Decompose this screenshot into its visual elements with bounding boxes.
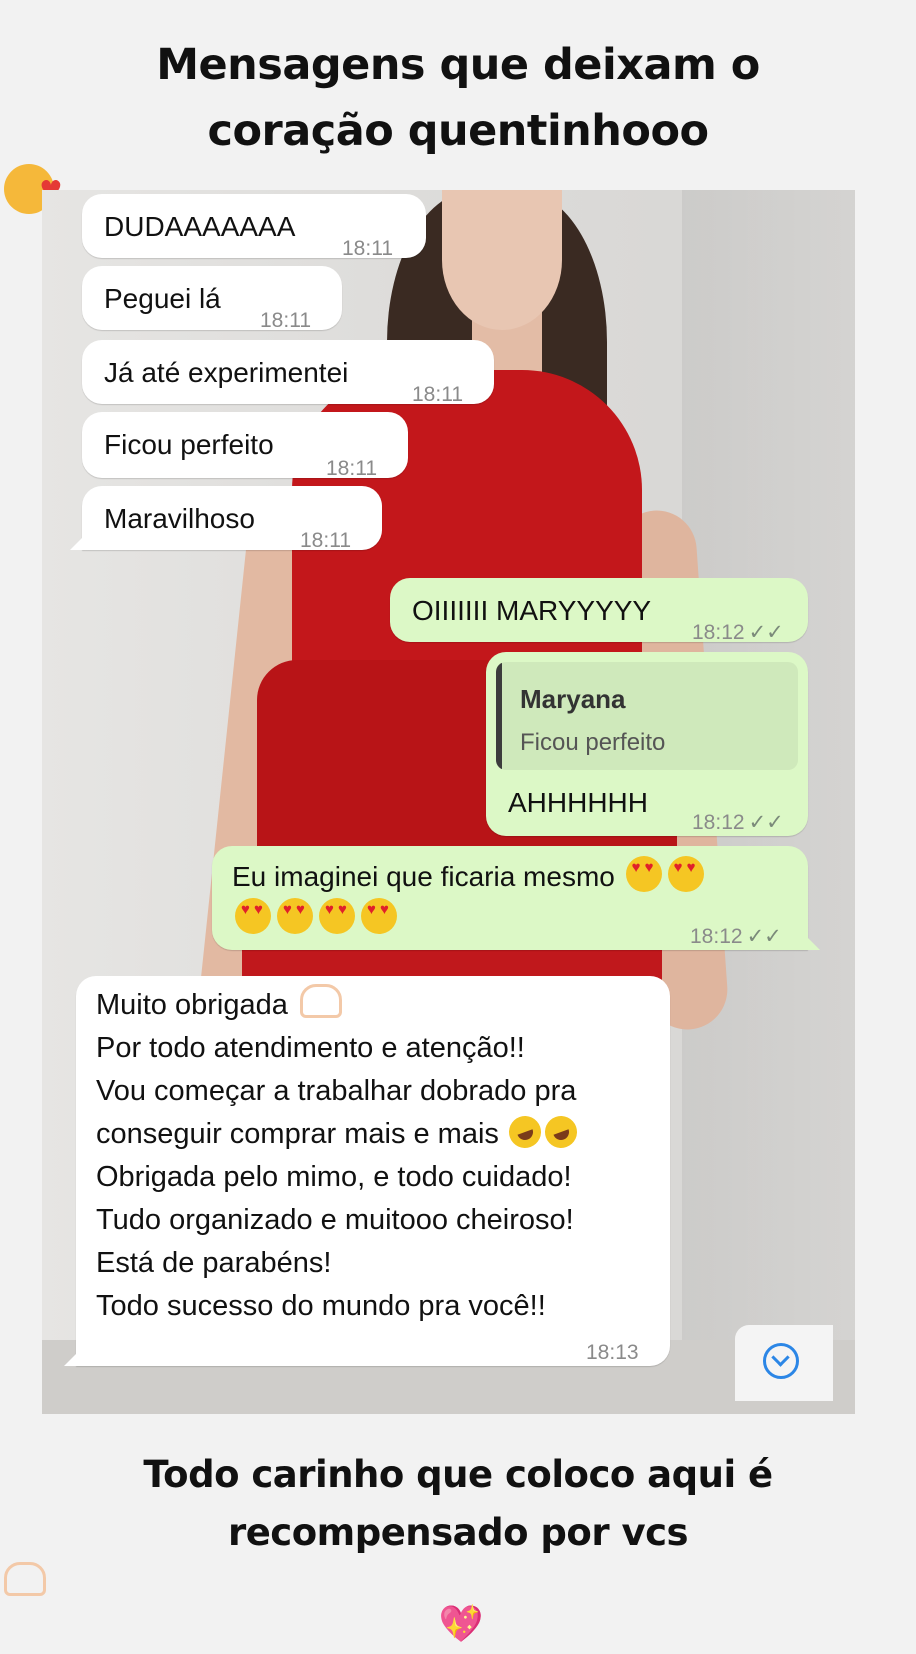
message-time: 18:11 — [412, 383, 463, 406]
message-text: Peguei lá — [104, 283, 221, 314]
message-line: Vou começar a trabalhar dobrado pra — [96, 1075, 577, 1107]
message-time: 18:11 — [260, 309, 311, 332]
message-meta: 18:12 ✓✓ — [690, 916, 782, 958]
message-text: Eu imaginei que ficaria mesmo — [232, 861, 615, 892]
message-bubble-incoming[interactable]: Já até experimentei 18:11 — [82, 340, 494, 406]
message-body: Eu imaginei que ficaria mesmo — [232, 856, 707, 898]
message-text-block: Muito obrigada Por todo atendimento e at… — [96, 984, 582, 1328]
heart-eyes-icon — [361, 898, 397, 934]
heart-eyes-icon — [625, 856, 662, 892]
message-meta: 18:12 ✓✓ — [692, 612, 784, 654]
quoted-text: Ficou perfeito — [520, 729, 666, 756]
message-bubble-incoming[interactable]: Maravilhoso 18:11 — [70, 486, 382, 552]
heart-eyes-icon — [277, 898, 313, 934]
rolling-laughing-icon — [504, 1111, 546, 1153]
quoted-sender: Maryana — [520, 684, 626, 714]
message-line: Obrigada pelo mimo, e todo cuidado! — [96, 1161, 572, 1193]
double-check-icon: ✓✓ — [748, 811, 784, 834]
message-line: Muito obrigada — [96, 984, 579, 1027]
sparkling-heart-icon: 💖 — [438, 1604, 484, 1645]
message-time: 18:12 — [692, 621, 745, 644]
chat-screenshot: DUDAAAAAAA 18:11 Peguei lá 18:11 Já até … — [42, 190, 855, 1414]
message-text: DUDAAAAAAA — [104, 211, 296, 242]
message-bubble-incoming[interactable]: DUDAAAAAAA 18:11 — [82, 194, 426, 260]
emoji-row — [232, 898, 400, 940]
quoted-message[interactable]: Maryana Ficou perfeito — [496, 662, 798, 770]
heart-eyes-icon — [667, 856, 704, 892]
message-bubble-incoming-long[interactable]: Muito obrigada Por todo atendimento e at… — [64, 976, 670, 1366]
footer-line-1: Todo carinho que coloco aqui é — [143, 1453, 773, 1496]
footer-line-2: recompensado por vcs — [227, 1511, 689, 1554]
message-line: Todo sucesso do mundo pra você!! — [96, 1290, 546, 1322]
message-text: Já até experimentei — [104, 357, 349, 388]
heart-eyes-icon — [319, 898, 355, 934]
message-bubble-outgoing[interactable]: OIIIIIII MARYYYYY 18:12 ✓✓ — [390, 578, 808, 644]
scroll-down-button[interactable] — [735, 1325, 833, 1401]
header-caption: Mensagens que deixam o coração quentinho… — [0, 32, 916, 224]
heart-hands-icon — [299, 984, 342, 1018]
message-line: Por todo atendimento e atenção!! — [96, 1032, 525, 1064]
message-bubble-outgoing-reply[interactable]: Maryana Ficou perfeito AHHHHHH 18:12 ✓✓ — [486, 652, 808, 836]
rolling-laughing-icon — [540, 1111, 582, 1153]
message-time: 18:12 — [690, 925, 743, 948]
message-bubble-outgoing[interactable]: Eu imaginei que ficaria mesmo 18:12✓✓ — [212, 846, 820, 950]
message-meta: 18:12 ✓✓ — [692, 802, 784, 844]
message-text: Ficou perfeito — [104, 429, 274, 460]
header-line-2: coração quentinhooo — [207, 106, 709, 156]
header-line-1: Mensagens que deixam o — [156, 40, 760, 90]
message-time: 18:11 — [342, 237, 393, 260]
heart-eyes-icon — [235, 898, 271, 934]
message-time: 18:12 — [692, 811, 745, 834]
raising-hands-icon — [4, 1562, 46, 1596]
double-check-icon: ✓✓ — [746, 925, 782, 948]
message-line: Está de parabéns! — [96, 1247, 332, 1279]
message-line: conseguir comprar mais e mais — [96, 1111, 582, 1156]
message-text: AHHHHHH — [508, 787, 648, 818]
message-time: 18:13 — [586, 1341, 639, 1364]
footer-caption: Todo carinho que coloco aqui é recompens… — [0, 1446, 916, 1654]
message-time: 18:11 — [326, 457, 377, 480]
message-text: OIIIIIII MARYYYYY — [412, 595, 652, 626]
message-bubble-incoming[interactable]: Ficou perfeito 18:11 — [82, 412, 408, 480]
footer-line-2-wrap: recompensado por vcs 💖 — [0, 1504, 916, 1654]
message-time: 18:11 — [300, 529, 351, 552]
double-check-icon: ✓✓ — [748, 621, 784, 644]
message-text: Maravilhoso — [104, 503, 255, 534]
message-line: Tudo organizado e muitooo cheiroso! — [96, 1204, 574, 1236]
message-bubble-incoming[interactable]: Peguei lá 18:11 — [82, 266, 342, 332]
